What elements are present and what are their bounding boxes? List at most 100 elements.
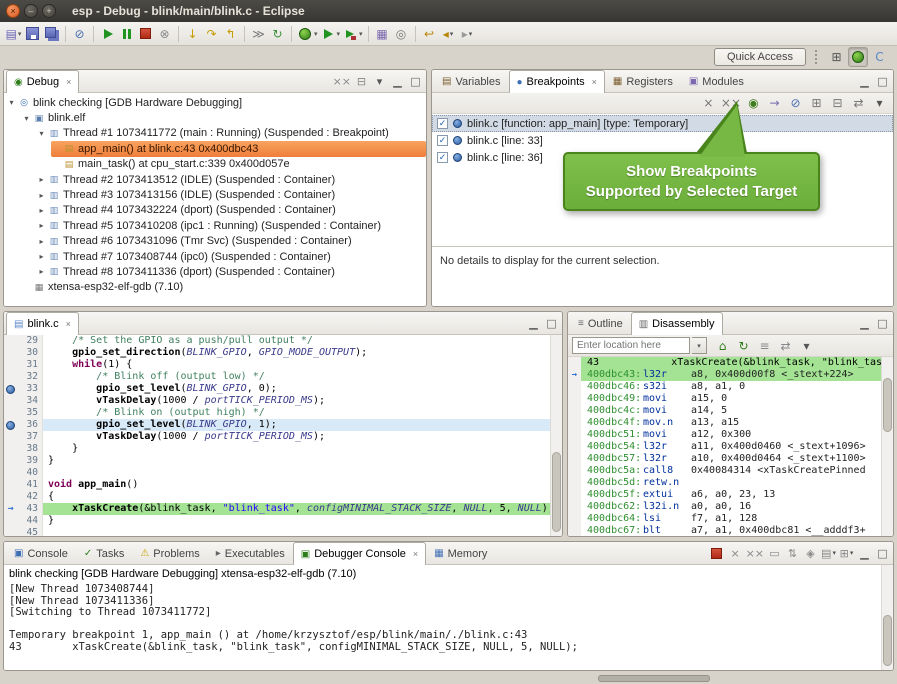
editor-line[interactable]: → 43 xTaskCreate(&blink_task, "blink_tas…: [4, 503, 550, 515]
debug-tree-item[interactable]: ▸ ▥ Thread #2 1073413512 (IDLE) (Suspend…: [36, 172, 426, 187]
editor-line[interactable]: 41 void app_main(): [4, 479, 550, 491]
disassembly-row[interactable]: 400dbc5d: retw.n: [568, 477, 881, 489]
window-close-button[interactable]: ×: [6, 4, 20, 18]
restart-button[interactable]: ↻: [268, 24, 287, 44]
tab-breakpoints[interactable]: ● Breakpoints ×: [509, 70, 605, 93]
terminate-button[interactable]: [136, 24, 155, 44]
debug-tree-item[interactable]: ▸ ▥ Thread #4 1073432224 (dport) (Suspen…: [36, 203, 426, 218]
tab-variables[interactable]: ▤ Variables: [434, 70, 509, 92]
open-console-button[interactable]: ⊞ ▾: [838, 544, 855, 562]
disassembly-row[interactable]: 400dbc54: l32r a11, 0x400d0460 <_stext+1…: [568, 441, 881, 453]
run-button[interactable]: ▾: [319, 24, 342, 44]
external-tools-button[interactable]: ▾: [341, 24, 364, 44]
editor-annotation-gutter[interactable]: [4, 407, 17, 419]
clear-console-button[interactable]: ▭: [766, 544, 783, 562]
twisty-icon[interactable]: ▸: [36, 267, 47, 276]
tab-debug[interactable]: ◉ Debug ×: [6, 70, 79, 93]
back-button[interactable]: ◂ ▾: [439, 24, 458, 44]
skip-all-breakpoints-button[interactable]: ⊘: [786, 93, 805, 113]
console-body[interactable]: blink checking [GDB Hardware Debugging] …: [4, 565, 881, 670]
editor-annotation-gutter[interactable]: [4, 383, 17, 395]
disassembly-row[interactable]: 400dbc46: s32i a8, a1, 0: [568, 381, 881, 393]
refresh-view-button[interactable]: ↻: [734, 336, 753, 356]
disassembly-row[interactable]: 400dbc49: movi a15, 0: [568, 393, 881, 405]
step-into-button[interactable]: ↓: [183, 24, 202, 44]
editor-scrollbar-handle[interactable]: [552, 452, 561, 532]
forward-button[interactable]: ▸ ▾: [458, 24, 477, 44]
scroll-lock-button[interactable]: ⇅: [784, 544, 801, 562]
editor-annotation-gutter[interactable]: [4, 527, 17, 536]
editor-line[interactable]: 34 vTaskDelay(1000 / portTICK_PERIOD_MS)…: [4, 395, 550, 407]
editor-code-area[interactable]: 29 /* Set the GPIO as a push/pull output…: [4, 335, 550, 536]
editor-annotation-gutter[interactable]: →: [4, 503, 17, 515]
editor-line[interactable]: 30 gpio_set_direction(BLINK_GPIO, GPIO_M…: [4, 347, 550, 359]
editor-annotation-gutter[interactable]: [4, 443, 17, 455]
breakpoint-checkbox[interactable]: ✓: [437, 135, 448, 146]
disassembly-row[interactable]: 400dbc5a: call8 0x40084314 <xTaskCreateP…: [568, 465, 881, 477]
terminate-button[interactable]: [708, 544, 726, 562]
skip-all-breakpoints-button[interactable]: ⊘: [70, 24, 89, 44]
disassembly-row[interactable]: 400dbc62: l32i.n a0, a0, 16: [568, 501, 881, 513]
debug-tree-item[interactable]: ▸ ▥ Thread #6 1073431096 (Tmr Svc) (Susp…: [36, 234, 426, 249]
remove-all-terminated-button[interactable]: ××: [332, 72, 352, 90]
editor-annotation-gutter[interactable]: [4, 371, 17, 383]
location-input[interactable]: [572, 337, 690, 354]
debug-button[interactable]: ▾: [296, 24, 319, 44]
tab-disassembly[interactable]: ▥ Disassembly: [631, 312, 723, 335]
perspective-c-cpp-button[interactable]: C: [870, 47, 889, 67]
tab-close-icon[interactable]: ×: [66, 77, 71, 87]
twisty-icon[interactable]: ▸: [36, 237, 47, 246]
view-menu-button[interactable]: ▾: [797, 336, 816, 356]
tab-close-icon[interactable]: ×: [413, 549, 418, 559]
disassembly-row[interactable]: 400dbc64: lsi f7, a1, 128: [568, 513, 881, 525]
remove-launch-button[interactable]: ×: [727, 544, 744, 562]
maximize-view-button[interactable]: □: [407, 72, 424, 90]
tab-blink-c[interactable]: ▤ blink.c ×: [6, 312, 79, 335]
disassembly-listing[interactable]: 43 xTaskCreate(&blink_task, "blink_tas →…: [568, 357, 881, 536]
debug-tree-item[interactable]: ▤ main_task() at cpu_start.c:339 0x400d0…: [51, 157, 426, 172]
tab-modules[interactable]: ▣ Modules: [681, 70, 752, 92]
sync-with-context-button[interactable]: ⇄: [776, 336, 795, 356]
twisty-icon[interactable]: ▸: [36, 175, 47, 184]
debug-tree-item[interactable]: ▸ ▥ Thread #7 1073408744 (ipc0) (Suspend…: [36, 249, 426, 264]
save-all-button[interactable]: [42, 24, 61, 44]
disassembly-row[interactable]: 400dbc4c: movi a14, 5: [568, 405, 881, 417]
tab-debugger-console[interactable]: ▣ Debugger Console ×: [293, 542, 426, 565]
editor-line[interactable]: 36 gpio_set_level(BLINK_GPIO, 1);: [4, 419, 550, 431]
tab-outline[interactable]: ≡ Outline: [570, 312, 631, 334]
debug-tree-item[interactable]: ▦ xtensa-esp32-elf-gdb (7.10): [21, 280, 426, 295]
suspend-button[interactable]: [117, 24, 136, 44]
go-to-file-for-breakpoint-button[interactable]: →: [765, 93, 784, 113]
window-minimize-button[interactable]: –: [24, 4, 38, 18]
window-maximize-button[interactable]: +: [42, 4, 56, 18]
debug-tree-item[interactable]: ▤ app_main() at blink.c:43 0x400dbc43: [51, 141, 426, 156]
editor-annotation-gutter[interactable]: [4, 395, 17, 407]
disassembly-row[interactable]: 400dbc5f: extui a6, a0, 23, 13: [568, 489, 881, 501]
open-perspective-button[interactable]: ⊞: [827, 47, 846, 67]
maximize-view-button[interactable]: □: [874, 72, 891, 90]
tab-memory[interactable]: ▦ Memory: [426, 542, 495, 564]
minimize-view-button[interactable]: ▁: [525, 314, 542, 332]
debug-tree-item[interactable]: ▸ ▥ Thread #8 1073411336 (dport) (Suspen…: [36, 264, 426, 279]
tab-registers[interactable]: ▦ Registers: [605, 70, 681, 92]
breakpoint-checkbox[interactable]: ✓: [437, 118, 448, 129]
remove-all-terminated-button[interactable]: ××: [745, 544, 765, 562]
editor-annotation-gutter[interactable]: [4, 431, 17, 443]
view-menu-button[interactable]: ▾: [870, 93, 889, 113]
twisty-icon[interactable]: ▸: [36, 252, 47, 261]
instruction-stepping-button[interactable]: ≫: [249, 24, 268, 44]
twisty-icon[interactable]: ▸: [36, 191, 47, 200]
editor-vertical-scrollbar[interactable]: [550, 335, 562, 536]
debug-tree-item[interactable]: ▾ ▥ Thread #1 1073411772 (main : Running…: [36, 126, 426, 141]
minimize-view-button[interactable]: ▁: [389, 72, 406, 90]
editor-line[interactable]: 35 /* Blink on (output high) */: [4, 407, 550, 419]
minimize-view-button[interactable]: ▁: [856, 314, 873, 332]
twisty-icon[interactable]: ▸: [36, 221, 47, 230]
collapse-all-button[interactable]: ⊟: [828, 93, 847, 113]
editor-line[interactable]: 40: [4, 467, 550, 479]
maximize-view-button[interactable]: □: [543, 314, 560, 332]
disassembly-row[interactable]: → 400dbc43: l32r a8, 0x400d00f8 <_stext+…: [568, 369, 881, 381]
collapse-all-button[interactable]: ⊟: [353, 72, 370, 90]
editor-line[interactable]: 31 while(1) {: [4, 359, 550, 371]
editor-line[interactable]: 37 vTaskDelay(1000 / portTICK_PERIOD_MS)…: [4, 431, 550, 443]
